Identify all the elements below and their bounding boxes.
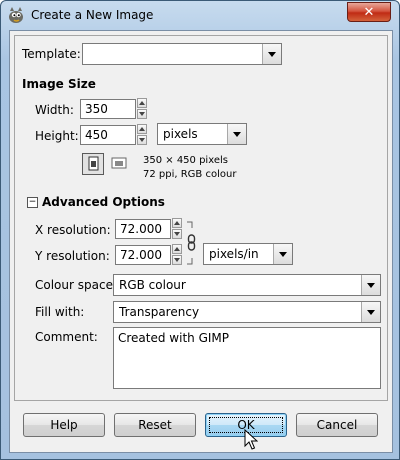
help-button-label: Help — [50, 418, 78, 432]
reset-button[interactable]: Reset — [114, 413, 196, 437]
reset-button-label: Reset — [138, 418, 172, 432]
chevron-down-icon[interactable] — [262, 44, 281, 64]
portrait-icon — [88, 156, 99, 171]
dialog-client-area: Template: Image Size Width: 350 Height: … — [9, 30, 393, 453]
chevron-down-icon[interactable] — [273, 244, 292, 264]
wilber-icon — [9, 7, 23, 23]
comment-textarea[interactable]: Created with GIMP — [113, 327, 381, 389]
resolution-unit-combo[interactable]: pixels/in — [203, 243, 293, 265]
x-resolution-spinner[interactable] — [172, 218, 182, 240]
size-unit-value: pixels — [163, 127, 198, 141]
landscape-icon — [111, 157, 127, 169]
size-info-pixels: 350 × 450 pixels — [143, 155, 228, 166]
x-resolution-input[interactable]: 72.000 — [115, 219, 171, 239]
cancel-button-label: Cancel — [316, 418, 358, 432]
window-title: Create a New Image — [31, 8, 154, 22]
title-bar[interactable]: Create a New Image ✕ — [1, 1, 399, 29]
chain-link-icon[interactable] — [185, 220, 197, 266]
y-resolution-input[interactable]: 72.000 — [115, 245, 171, 265]
cancel-button[interactable]: Cancel — [296, 413, 378, 437]
width-input[interactable]: 350 — [80, 99, 136, 119]
resolution-unit-value: pixels/in — [209, 247, 259, 261]
chevron-down-icon[interactable] — [361, 275, 380, 295]
spin-up-icon[interactable] — [137, 98, 147, 108]
colour-space-label: Colour space: — [35, 278, 117, 292]
close-button[interactable]: ✕ — [347, 2, 391, 22]
spin-down-icon[interactable] — [172, 229, 182, 239]
height-spinner[interactable] — [137, 124, 147, 146]
chevron-down-icon[interactable] — [227, 124, 246, 144]
chevron-down-icon[interactable] — [361, 302, 380, 322]
fill-with-combo[interactable]: Transparency — [113, 301, 381, 323]
height-label: Height: — [35, 129, 79, 143]
size-info-resolution: 72 ppi, RGB colour — [143, 169, 237, 180]
mouse-cursor-icon — [244, 429, 258, 450]
y-resolution-spinner[interactable] — [172, 244, 182, 266]
spin-up-icon[interactable] — [137, 124, 147, 134]
fill-with-label: Fill with: — [35, 305, 85, 319]
options-panel: Template: Image Size Width: 350 Height: … — [14, 35, 388, 401]
y-resolution-label: Y resolution: — [35, 249, 110, 263]
dialog-window: Create a New Image ✕ Template: Image Siz… — [0, 0, 400, 460]
close-icon: ✕ — [363, 4, 375, 20]
spin-down-icon[interactable] — [137, 109, 147, 119]
colour-space-combo[interactable]: RGB colour — [113, 274, 381, 296]
portrait-button[interactable] — [82, 153, 104, 175]
size-unit-combo[interactable]: pixels — [157, 123, 247, 145]
advanced-options-heading[interactable]: Advanced Options — [42, 195, 165, 209]
image-size-heading: Image Size — [22, 77, 96, 91]
help-button[interactable]: Help — [23, 413, 105, 437]
spin-down-icon[interactable] — [172, 255, 182, 265]
width-spinner[interactable] — [137, 98, 147, 120]
height-input[interactable]: 450 — [80, 125, 136, 145]
colour-space-value: RGB colour — [119, 278, 186, 292]
comment-label: Comment: — [35, 330, 98, 344]
x-resolution-label: X resolution: — [35, 223, 111, 237]
fill-with-value: Transparency — [119, 305, 200, 319]
landscape-button[interactable] — [109, 153, 131, 175]
spin-up-icon[interactable] — [172, 244, 182, 254]
width-label: Width: — [35, 103, 74, 117]
spin-up-icon[interactable] — [172, 218, 182, 228]
spin-down-icon[interactable] — [137, 135, 147, 145]
template-label: Template: — [22, 47, 81, 61]
template-combo[interactable] — [82, 43, 282, 65]
collapse-icon[interactable]: − — [27, 197, 38, 208]
